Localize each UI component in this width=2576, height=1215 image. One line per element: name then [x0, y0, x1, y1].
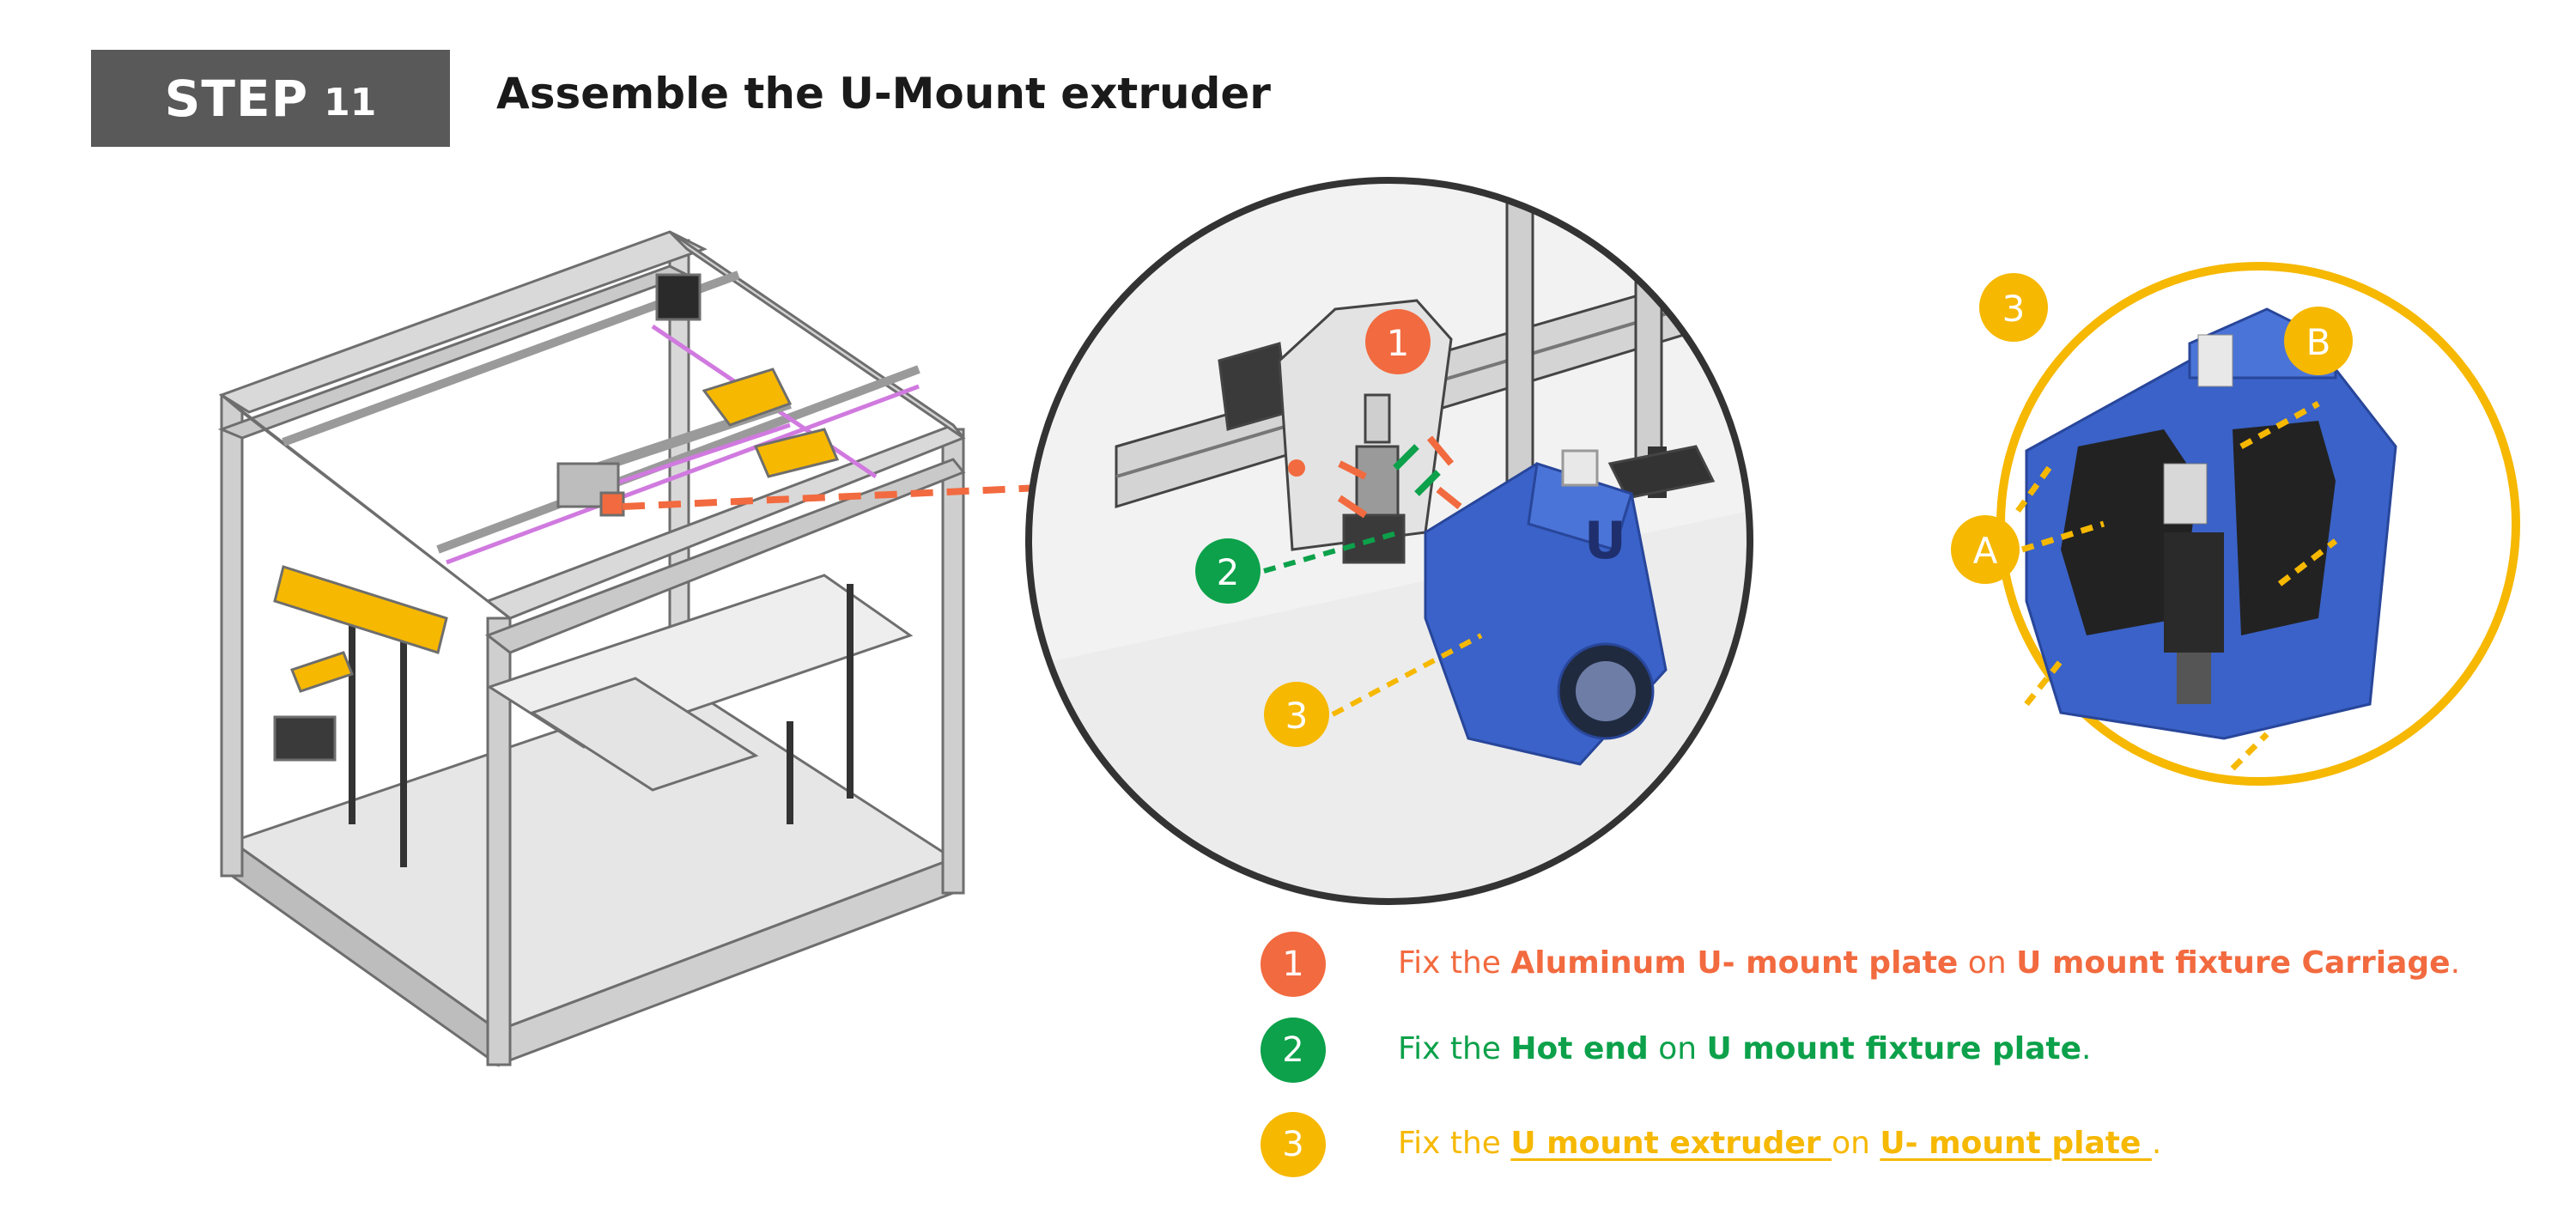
callout-1-number: 1 [1387, 322, 1410, 364]
printer-frame-illustration [217, 230, 966, 1067]
callout-3-number: 3 [1285, 695, 1309, 737]
instruction-1-number: 1 [1261, 932, 1326, 997]
callout-2-number: 2 [1217, 551, 1240, 593]
instruction-3-number: 3 [1261, 1112, 1326, 1177]
zoom-detail: U [1025, 177, 1753, 905]
extruder-detail [1996, 262, 2520, 786]
instruction-2-text: Fix the Hot end on U mount fixture plate… [1398, 1031, 2092, 1066]
instruction-2-number: 2 [1261, 1018, 1326, 1083]
instruction-3-text: Fix the U mount extruder on U- mount pla… [1398, 1126, 2162, 1161]
illustration: U 1 2 3 3 A B [217, 177, 2520, 1067]
label-a: A [1973, 530, 1998, 572]
svg-text:U: U [1584, 511, 1626, 571]
label-b: B [2306, 321, 2331, 363]
detail-3-number: 3 [2002, 288, 2026, 330]
instruction-1-text: Fix the Aluminum U- mount plate on U mou… [1398, 945, 2461, 981]
